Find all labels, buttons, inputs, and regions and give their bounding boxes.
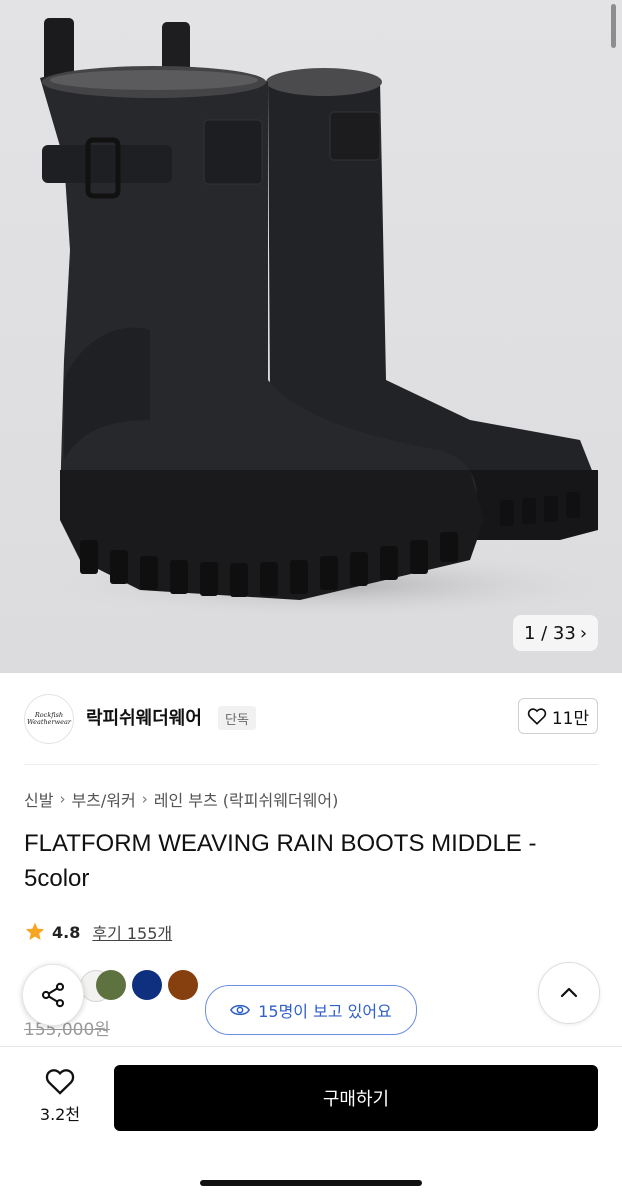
exclusive-badge: 단독 xyxy=(218,706,256,730)
brand-like-count: 11만 xyxy=(551,708,590,729)
share-button[interactable] xyxy=(22,964,84,1026)
chevron-right-icon: › xyxy=(59,790,66,808)
chevron-right-icon: › xyxy=(141,790,148,808)
buy-button[interactable]: 구매하기 xyxy=(114,1065,598,1131)
brand-row: Rockfish Weatherwear 락피쉬웨더웨어 단독 11만 xyxy=(0,690,622,746)
swatch-olive[interactable] xyxy=(96,970,126,1000)
eye-icon xyxy=(230,1004,251,1016)
breadcrumb-item-boots[interactable]: 부츠/워커 xyxy=(71,787,135,811)
star-icon xyxy=(25,922,45,940)
heart-icon xyxy=(45,1069,75,1095)
viewers-text: 15명이 보고 있어요 xyxy=(258,1002,392,1021)
rating-score: 4.8 xyxy=(52,922,81,942)
brand-like-button[interactable]: 11만 xyxy=(518,698,598,734)
heart-icon xyxy=(527,708,547,725)
review-link[interactable]: 후기 155개 xyxy=(92,920,172,944)
image-counter[interactable]: 1 / 33 › xyxy=(513,615,598,651)
chevron-up-icon xyxy=(560,987,578,998)
brand-name[interactable]: 락피쉬웨더웨어 xyxy=(86,704,202,730)
share-icon xyxy=(41,982,65,1008)
divider xyxy=(24,764,598,765)
brand-logo[interactable]: Rockfish Weatherwear xyxy=(24,694,74,744)
product-image[interactable]: 1 / 33 › xyxy=(0,0,622,673)
rain-boots-illustration xyxy=(40,18,620,620)
image-counter-label: 1 / 33 xyxy=(523,622,576,644)
wishlist-count: 3.2천 xyxy=(39,1105,81,1124)
product-title: FLATFORM WEAVING RAIN BOOTS MIDDLE - 5co… xyxy=(24,830,537,892)
bottom-action-bar: 3.2천 구매하기 xyxy=(0,1046,622,1201)
left-boot xyxy=(40,18,484,600)
breadcrumb-item-rain-boots[interactable]: 레인 부츠 (락피쉬웨더웨어) xyxy=(154,787,339,811)
swatch-navy[interactable] xyxy=(132,970,162,1000)
viewers-badge: 15명이 보고 있어요 xyxy=(205,985,417,1035)
scrollbar[interactable] xyxy=(611,4,616,48)
swatch-brown[interactable] xyxy=(168,970,198,1000)
rating: 4.8 후기 155개 xyxy=(24,920,172,944)
home-indicator xyxy=(200,1180,422,1186)
breadcrumb: 신발 › 부츠/워커 › 레인 부츠 (락피쉬웨더웨어) xyxy=(24,787,338,811)
chevron-right-icon: › xyxy=(579,622,588,644)
wishlist-button[interactable]: 3.2천 xyxy=(28,1067,92,1129)
brand-logo-line2: Weatherwear xyxy=(26,718,72,726)
scroll-to-top-button[interactable] xyxy=(538,962,600,1024)
breadcrumb-item-shoes[interactable]: 신발 xyxy=(24,787,53,811)
